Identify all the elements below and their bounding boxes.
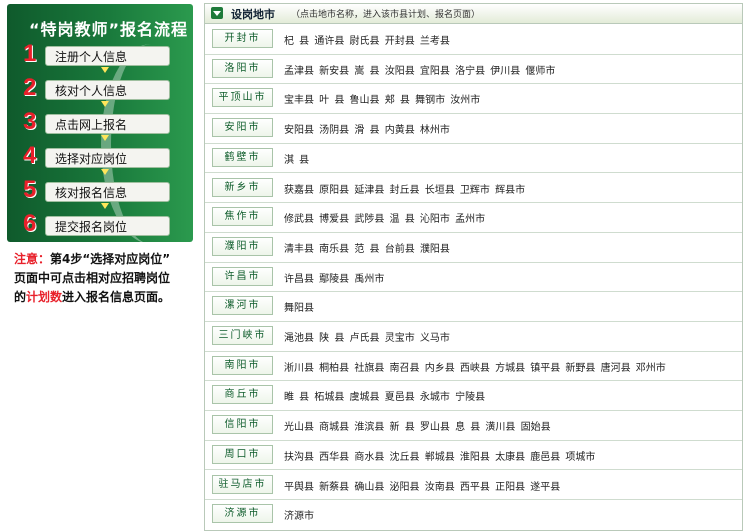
arrow-down-icon (101, 135, 109, 141)
table-row: 信阳市 光山县 商城县 淮滨县 新 县 罗山县 息 县 潢川县 固始县 (205, 410, 742, 441)
step-label: 核对报名信息 (45, 182, 170, 202)
step-label: 点击网上报名 (45, 114, 170, 134)
arrow-down-icon (101, 169, 109, 175)
step-number: 1 (23, 40, 37, 67)
city-link-luoyang[interactable]: 洛阳市 (212, 58, 273, 78)
table-row: 鹤壁市 淇 县 (205, 143, 742, 174)
note-line-3-pre: 的 (14, 290, 27, 304)
collapse-toggle-icon[interactable] (211, 7, 223, 19)
step-number: 2 (23, 74, 37, 101)
city-link-pingdingshan[interactable]: 平顶山市 (212, 88, 273, 108)
table-row: 洛阳市 孟津县 新安县 嵩 县 汝阳县 宜阳县 洛宁县 伊川县 偃师市 (205, 54, 742, 85)
table-row: 平顶山市 宝丰县 叶 县 鲁山县 郏 县 舞钢市 汝州市 (205, 83, 742, 115)
note-line-3-post: 进入报名信息页面。 (62, 290, 171, 304)
county-list[interactable]: 宝丰县 叶 县 鲁山县 郏 县 舞钢市 汝州市 (284, 91, 480, 106)
table-row: 新乡市 获嘉县 原阳县 延津县 封丘县 长垣县 卫辉市 辉县市 (205, 173, 742, 204)
city-link-nanyang[interactable]: 南阳市 (212, 355, 273, 375)
flow-step-6: 6 提交报名岗位 (23, 210, 171, 240)
table-row: 三门峡市 渑池县 陕 县 卢氏县 灵宝市 义马市 (205, 321, 742, 352)
step-label: 选择对应岗位 (45, 148, 170, 168)
city-link-puyang[interactable]: 濮阳市 (212, 236, 273, 256)
note-prefix: 注意： (14, 252, 51, 266)
city-link-xuchang[interactable]: 许昌市 (212, 266, 273, 286)
table-row: 安阳市 安阳县 汤阴县 滑 县 内黄县 林州市 (205, 113, 742, 144)
table-header: 设岗地市 （点击地市名称，进入该市县计划、报名页面） (205, 4, 742, 24)
table-row: 济源市 济源市 (205, 499, 742, 529)
city-link-jiaozuo[interactable]: 焦作市 (212, 207, 273, 227)
decorative-swoosh (101, 44, 201, 244)
county-list[interactable]: 孟津县 新安县 嵩 县 汝阳县 宜阳县 洛宁县 伊川县 偃师市 (284, 62, 555, 77)
county-list[interactable]: 平舆县 新蔡县 确山县 泌阳县 汝南县 西平县 正阳县 遂平县 (284, 478, 560, 493)
county-list[interactable]: 修武县 博爱县 武陟县 温 县 沁阳市 孟州市 (284, 210, 485, 225)
county-list[interactable]: 济源市 (284, 507, 314, 522)
table-row: 濮阳市 清丰县 南乐县 范 县 台前县 濮阳县 (205, 232, 742, 263)
table-row: 南阳市 淅川县 桐柏县 社旗县 南召县 内乡县 西峡县 方城县 镇平县 新野县 … (205, 351, 742, 382)
county-list[interactable]: 光山县 商城县 淮滨县 新 县 罗山县 息 县 潢川县 固始县 (284, 418, 551, 433)
county-list[interactable]: 淅川县 桐柏县 社旗县 南召县 内乡县 西峡县 方城县 镇平县 新野县 唐河县 … (284, 359, 666, 374)
step-number: 3 (23, 108, 37, 135)
city-link-sanmenxia[interactable]: 三门峡市 (212, 326, 273, 345)
step-label: 核对个人信息 (45, 80, 170, 100)
instruction-note: 注意：第4步“选择对应岗位” 页面中可点击相对应招聘岗位 的计划数进入报名信息页… (14, 250, 194, 307)
arrow-down-icon (101, 67, 109, 73)
county-list[interactable]: 渑池县 陕 县 卢氏县 灵宝市 义马市 (284, 329, 450, 344)
table-row: 焦作市 修武县 博爱县 武陟县 温 县 沁阳市 孟州市 (205, 202, 742, 233)
city-link-shangqiu[interactable]: 商丘市 (212, 385, 273, 405)
city-link-jiyuan[interactable]: 济源市 (212, 504, 273, 524)
flow-step-4: 4 选择对应岗位 (23, 142, 171, 175)
city-link-xinyang[interactable]: 信阳市 (212, 415, 273, 435)
table-row: 开封市 杞 县 通许县 尉氏县 开封县 兰考县 (205, 24, 742, 55)
note-line-1: 第4步“选择对应岗位” (50, 252, 171, 266)
table-title: 设岗地市 (231, 8, 275, 21)
city-link-xinxiang[interactable]: 新乡市 (212, 177, 273, 197)
arrow-down-icon (101, 101, 109, 107)
county-list[interactable]: 睢 县 柘城县 虞城县 夏邑县 永城市 宁陵县 (284, 388, 485, 403)
flow-step-2: 2 核对个人信息 (23, 74, 171, 107)
flow-step-1: 1 注册个人信息 (23, 40, 171, 73)
county-list[interactable]: 扶沟县 西华县 商水县 沈丘县 郸城县 淮阳县 太康县 鹿邑县 项城市 (284, 448, 595, 463)
registration-flow-panel: “特岗教师”报名流程 1 注册个人信息 2 核对个人信息 3 点击网上报名 4 … (0, 0, 198, 312)
step-number: 5 (23, 176, 37, 203)
step-number: 4 (23, 142, 37, 169)
arrow-down-icon (101, 203, 109, 209)
city-link-hebi[interactable]: 鹤壁市 (212, 147, 273, 167)
table-row: 商丘市 睢 县 柘城县 虞城县 夏邑县 永城市 宁陵县 (205, 380, 742, 412)
county-list[interactable]: 清丰县 南乐县 范 县 台前县 濮阳县 (284, 240, 450, 255)
flow-step-5: 5 核对报名信息 (23, 176, 171, 209)
note-line-2: 页面中可点击相对应招聘岗位 (14, 271, 171, 285)
city-link-zhoukou[interactable]: 周口市 (212, 444, 273, 464)
flow-title: “特岗教师”报名流程 (29, 20, 189, 39)
flow-step-3: 3 点击网上报名 (23, 108, 171, 141)
table-row: 驻马店市 平舆县 新蔡县 确山县 泌阳县 汝南县 西平县 正阳县 遂平县 (205, 470, 742, 501)
table-row: 周口市 扶沟县 西华县 商水县 沈丘县 郸城县 淮阳县 太康县 鹿邑县 项城市 (205, 440, 742, 471)
city-link-anyang[interactable]: 安阳市 (212, 118, 273, 138)
county-list[interactable]: 安阳县 汤阴县 滑 县 内黄县 林州市 (284, 121, 450, 136)
table-hint: （点击地市名称，进入该市县计划、报名页面） (291, 10, 481, 20)
county-list[interactable]: 杞 县 通许县 尉氏县 开封县 兰考县 (284, 32, 450, 47)
plan-count-highlight: 计划数 (26, 290, 63, 304)
step-label: 注册个人信息 (45, 46, 170, 66)
city-link-zhumadian[interactable]: 驻马店市 (212, 474, 273, 494)
county-list[interactable]: 舞阳县 (284, 299, 314, 314)
city-link-luohe[interactable]: 漯河市 (212, 296, 273, 316)
county-list[interactable]: 许昌县 鄢陵县 禹州市 (284, 270, 384, 285)
step-label: 提交报名岗位 (45, 216, 170, 236)
county-list[interactable]: 淇 县 (284, 151, 309, 166)
county-list[interactable]: 获嘉县 原阳县 延津县 封丘县 长垣县 卫辉市 辉县市 (284, 181, 525, 196)
city-county-table: 设岗地市 （点击地市名称，进入该市县计划、报名页面） 开封市 杞 县 通许县 尉… (204, 3, 743, 531)
step-number: 6 (23, 210, 37, 237)
table-row: 漯河市 舞阳县 (205, 291, 742, 322)
table-row: 许昌市 许昌县 鄢陵县 禹州市 (205, 262, 742, 293)
city-link-kaifeng[interactable]: 开封市 (212, 29, 273, 48)
flow-box: “特岗教师”报名流程 1 注册个人信息 2 核对个人信息 3 点击网上报名 4 … (7, 4, 193, 244)
